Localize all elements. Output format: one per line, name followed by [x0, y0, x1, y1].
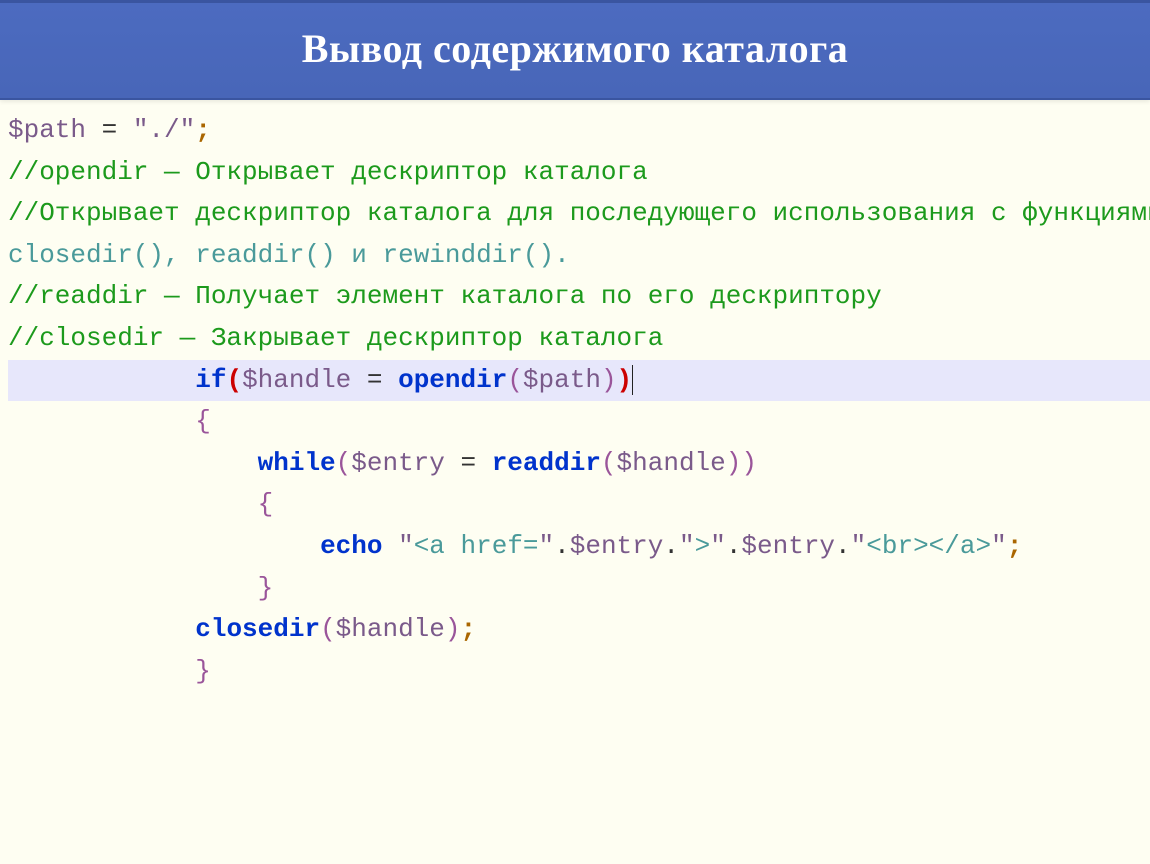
- code-line-2: //opendir — Открывает дескриптор каталог…: [8, 152, 1150, 194]
- code-line-14: }: [8, 651, 1150, 693]
- code-line-13: closedir($handle);: [8, 609, 1150, 651]
- code-line-1: $path = "./";: [8, 110, 1150, 152]
- code-line-5: //readdir — Получает элемент каталога по…: [8, 276, 1150, 318]
- code-line-8: {: [8, 401, 1150, 443]
- code-line-11: echo "<a href=".$entry.">".$entry."<br><…: [8, 526, 1150, 568]
- code-block: $path = "./"; //opendir — Открывает деск…: [0, 100, 1150, 692]
- code-line-9: while($entry = readdir($handle)): [8, 443, 1150, 485]
- code-line-4: closedir(), readdir() и rewinddir().: [8, 235, 1150, 277]
- slide-title: Вывод содержимого каталога: [10, 25, 1140, 72]
- code-line-10: {: [8, 484, 1150, 526]
- code-line-7-highlighted: if($handle = opendir($path)): [8, 360, 1150, 402]
- code-line-3: //Открывает дескриптор каталога для посл…: [8, 193, 1150, 235]
- code-line-12: }: [8, 568, 1150, 610]
- code-line-6: //closedir — Закрывает дескриптор катало…: [8, 318, 1150, 360]
- slide-header: Вывод содержимого каталога: [0, 0, 1150, 100]
